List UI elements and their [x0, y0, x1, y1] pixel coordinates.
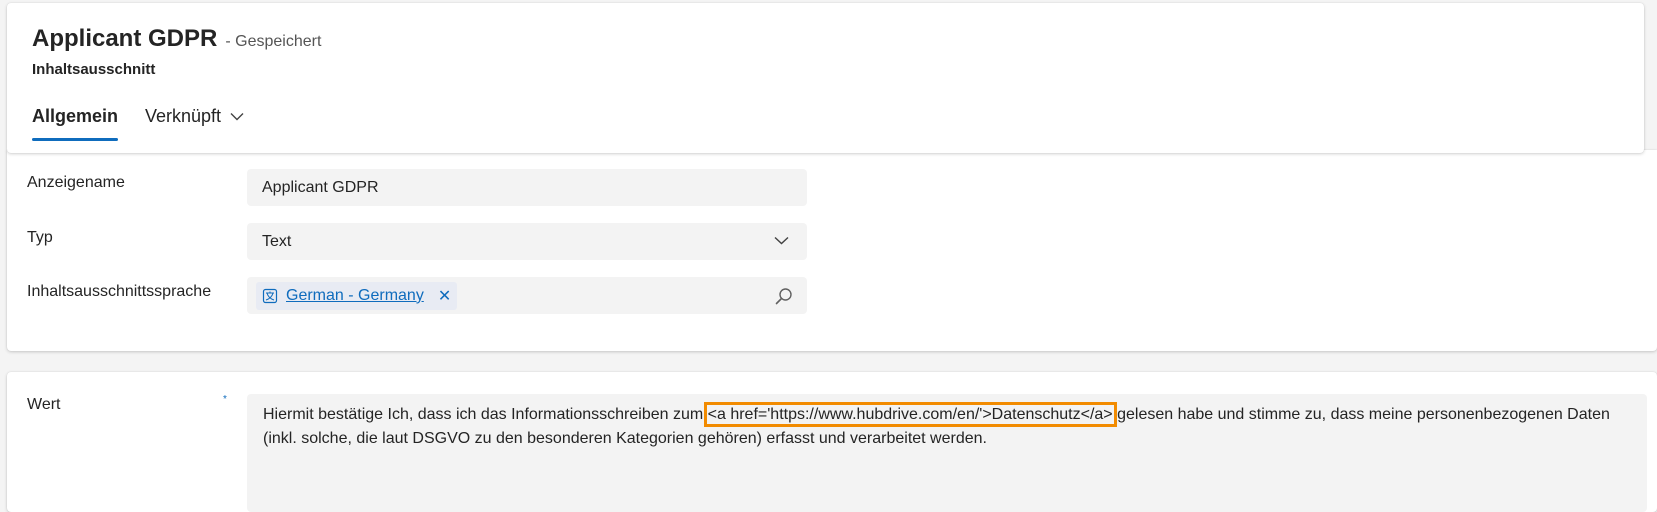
- search-icon[interactable]: [775, 287, 793, 305]
- chevron-down-icon: [230, 113, 244, 121]
- display-name-label: Anzeigename: [27, 174, 125, 191]
- required-indicator: *: [223, 394, 227, 405]
- form-header: Applicant GDPR - Gespeichert Inhaltsauss…: [7, 3, 1644, 153]
- general-section: Anzeigename Applicant GDPR Typ Text Inha…: [7, 150, 1657, 351]
- value-label: Wert: [27, 396, 61, 413]
- tab-related[interactable]: Verknüpft: [145, 106, 244, 127]
- tab-general-label: Allgemein: [32, 106, 119, 126]
- type-label: Typ: [27, 229, 53, 246]
- tab-related-label: Verknüpft: [145, 106, 222, 126]
- close-icon[interactable]: ✕: [438, 286, 451, 306]
- type-value: Text: [262, 232, 292, 250]
- display-name-value: Applicant GDPR: [262, 178, 379, 196]
- language-link[interactable]: German - Germany: [286, 287, 424, 305]
- value-textarea[interactable]: Hiermit bestätige Ich, dass ich das Info…: [247, 394, 1647, 512]
- language-chip[interactable]: German - Germany ✕: [256, 281, 458, 310]
- language-entity-icon: [262, 288, 278, 303]
- chevron-down-icon[interactable]: [774, 236, 789, 245]
- type-select[interactable]: Text: [247, 223, 807, 260]
- page-title: Applicant GDPR: [32, 25, 218, 52]
- value-text-before: Hiermit bestätige Ich, dass ich das Info…: [263, 406, 708, 423]
- title-row: Applicant GDPR - Gespeichert: [32, 25, 321, 53]
- language-label: Inhaltsausschnittssprache: [27, 283, 212, 300]
- highlighted-link-markup: <a href='https://www.hubdrive.com/en/'>D…: [703, 402, 1117, 427]
- language-lookup[interactable]: German - Germany ✕: [247, 277, 807, 314]
- display-name-input[interactable]: Applicant GDPR: [247, 169, 807, 206]
- tab-general[interactable]: Allgemein: [32, 106, 119, 141]
- save-status: - Gespeichert: [225, 33, 322, 50]
- value-section: Wert * Hiermit bestätige Ich, dass ich d…: [7, 372, 1657, 512]
- entity-type-label: Inhaltsausschnitt: [32, 61, 156, 78]
